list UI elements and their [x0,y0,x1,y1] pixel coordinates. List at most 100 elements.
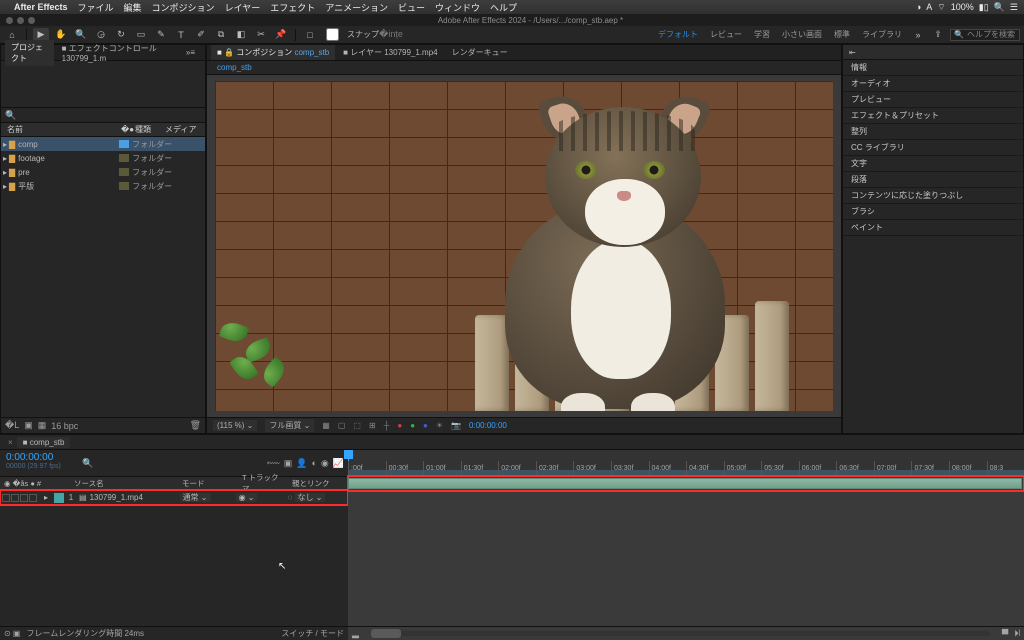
ruler-tick[interactable]: 06:00f [799,461,837,475]
label-swatch[interactable] [119,140,129,148]
hand-tool[interactable]: ✋ [53,28,69,42]
frame-blend-icon[interactable]: ◐ [311,458,316,468]
label-swatch-icon[interactable]: �● [121,125,135,134]
roi-icon[interactable]: ⬚ [353,421,361,430]
menu-help[interactable]: ヘルプ [490,1,517,14]
ruler-tick[interactable]: 01:00f [423,461,461,475]
col-av-switches[interactable]: ◉ �ås ● # [0,479,70,488]
project-item[interactable]: ▸▇ pre フォルダー [1,165,205,179]
motion-blur-icon[interactable]: ◉ [321,458,329,469]
help-search[interactable]: 🔍 ヘルプを検索 [950,29,1020,41]
panel-preview[interactable]: プレビュー [843,92,1023,108]
ruler-tick[interactable]: 02:00f [498,461,536,475]
menu-composition[interactable]: コンポジション [152,1,215,14]
panel-align[interactable]: 整列 [843,124,1023,140]
panel-character[interactable]: 文字 [843,156,1023,172]
clone-tool[interactable]: ⧉ [213,28,229,42]
status-ime-icon[interactable]: A [926,2,932,12]
current-timecode[interactable]: 0:00:00:00 [6,452,72,463]
guides-icon[interactable]: ┼ [384,421,390,430]
menu-effect[interactable]: エフェクト [270,1,315,14]
menu-edit[interactable]: 編集 [124,1,142,14]
toggle-switches-icon[interactable]: ⊙ ▣ [4,629,20,638]
timeline-search-input[interactable] [93,459,153,468]
workspace-chevron-icon[interactable]: » [910,28,926,42]
ruler-tick[interactable]: 02:30f [536,461,574,475]
layer-av-toggles[interactable] [0,494,44,502]
project-item[interactable]: ▸▇ comp フォルダー [1,137,205,151]
panel-audio[interactable]: オーディオ [843,76,1023,92]
window-traffic-lights[interactable] [6,17,35,24]
ruler-tick[interactable]: 03:00f [573,461,611,475]
workspace-default[interactable]: デフォルト [658,29,698,40]
eraser-tool[interactable]: ◧ [233,28,249,42]
layer-name[interactable]: 130799_1.mp4 [90,493,178,502]
type-tool[interactable]: T [173,28,189,42]
panel-brushes[interactable]: ブラシ [843,204,1023,220]
workspace-library[interactable]: ライブラリ [862,29,902,40]
tab-composition[interactable]: ■ 🔒 コンポジション comp_stb [211,45,335,60]
new-comp-icon[interactable]: ▦ [38,420,47,431]
layer-clip-bar[interactable] [348,478,1022,489]
timeline-zoom-slider[interactable] [371,631,990,636]
timeline-track-area[interactable]: :00f00:30f01:00f01:30f02:00f02:30f03:00f… [348,450,1024,640]
snapshot-icon[interactable]: 📷 [451,421,461,430]
timeline-layer-row[interactable]: ▸ 1 ▤ 130799_1.mp4 通常 ⌄ ◉ ⌄ ◌ なし ⌄ [0,490,348,505]
grid-icon[interactable]: ⊞ [369,421,376,430]
pen-tool[interactable]: ✎ [153,28,169,42]
roto-tool[interactable]: ✂ [253,28,269,42]
app-menu[interactable]: After Effects [14,2,68,12]
camera-tool[interactable]: ▭ [133,28,149,42]
menu-animation[interactable]: アニメーション [325,1,388,14]
layer-label-swatch[interactable] [54,493,64,503]
transparency-grid-icon[interactable]: ▦ [322,421,330,430]
snap-options-icon[interactable]: �ințe [383,28,399,42]
panel-paragraph[interactable]: 段落 [843,172,1023,188]
panel-cc-libraries[interactable]: CC ライブラリ [843,140,1023,156]
shape-tool[interactable]: □ [302,28,318,42]
graph-editor-icon[interactable]: 📈 [333,458,344,469]
menu-file[interactable]: ファイル [78,1,114,14]
comp-breadcrumb[interactable]: comp_stb [213,62,256,73]
ruler-tick[interactable]: 01:30f [461,461,499,475]
reset-exposure-icon[interactable]: ☀ [436,421,443,430]
ruler-tick[interactable]: 06:30f [836,461,874,475]
panel-effects-presets[interactable]: エフェクト＆プリセット [843,108,1023,124]
column-name[interactable]: 名前 [1,124,121,135]
column-kind[interactable]: 種類 [135,124,165,135]
ruler-tick[interactable]: :00f [348,461,386,475]
puppet-tool[interactable]: 📌 [273,28,289,42]
status-search-icon[interactable]: 🔍 [994,2,1005,13]
ruler-tick[interactable]: 08:00f [949,461,987,475]
status-wifi-icon[interactable]: ⌔ [937,2,945,13]
brush-tool[interactable]: ✐ [193,28,209,42]
project-search-input[interactable] [20,111,201,120]
label-swatch[interactable] [119,154,129,162]
switches-modes-toggle[interactable]: スイッチ / モード [281,628,344,639]
ruler-tick[interactable]: 08:3 [987,461,1024,475]
shy-toggle-icon[interactable]: 👤 [296,458,307,469]
status-cloud-icon[interactable]: ◑ [916,2,921,12]
comp-flowchart-icon[interactable]: ⬳ [267,458,280,469]
resolution-dropdown[interactable]: フル画質 ⌄ [265,419,314,432]
panel-menu-icon[interactable]: »≡ [180,46,201,59]
channel-icon[interactable]: ● [397,421,402,430]
mac-menubar[interactable]: After Effects ファイル 編集 コンポジション レイヤー エフェクト… [0,0,1024,14]
ruler-tick[interactable]: 07:30f [911,461,949,475]
ruler-tick[interactable]: 04:00f [649,461,687,475]
new-folder-icon[interactable]: ▣ [24,420,33,431]
interpret-footage-icon[interactable]: �L [5,420,19,431]
timeline-tab[interactable]: ■ comp_stb [17,437,71,448]
layer-trackmatte-dropdown[interactable]: ◉ ⌄ [236,493,258,502]
layer-parent-dropdown[interactable]: なし ⌄ [295,493,326,502]
composition-canvas[interactable] [215,81,833,411]
panel-collapse-icon[interactable]: ⇤ [849,48,856,57]
col-source-name[interactable]: ソース名 [70,478,178,489]
project-item[interactable]: ▸▇ 平版 フォルダー [1,179,205,193]
rotation-tool[interactable]: ↻ [113,28,129,42]
menu-layer[interactable]: レイヤー [225,1,261,14]
magnification-dropdown[interactable]: (115 %) ⌄ [213,420,257,431]
tab-render-queue[interactable]: レンダーキュー [446,45,514,60]
share-icon[interactable]: ⇪ [930,28,946,42]
label-swatch[interactable] [119,182,129,190]
